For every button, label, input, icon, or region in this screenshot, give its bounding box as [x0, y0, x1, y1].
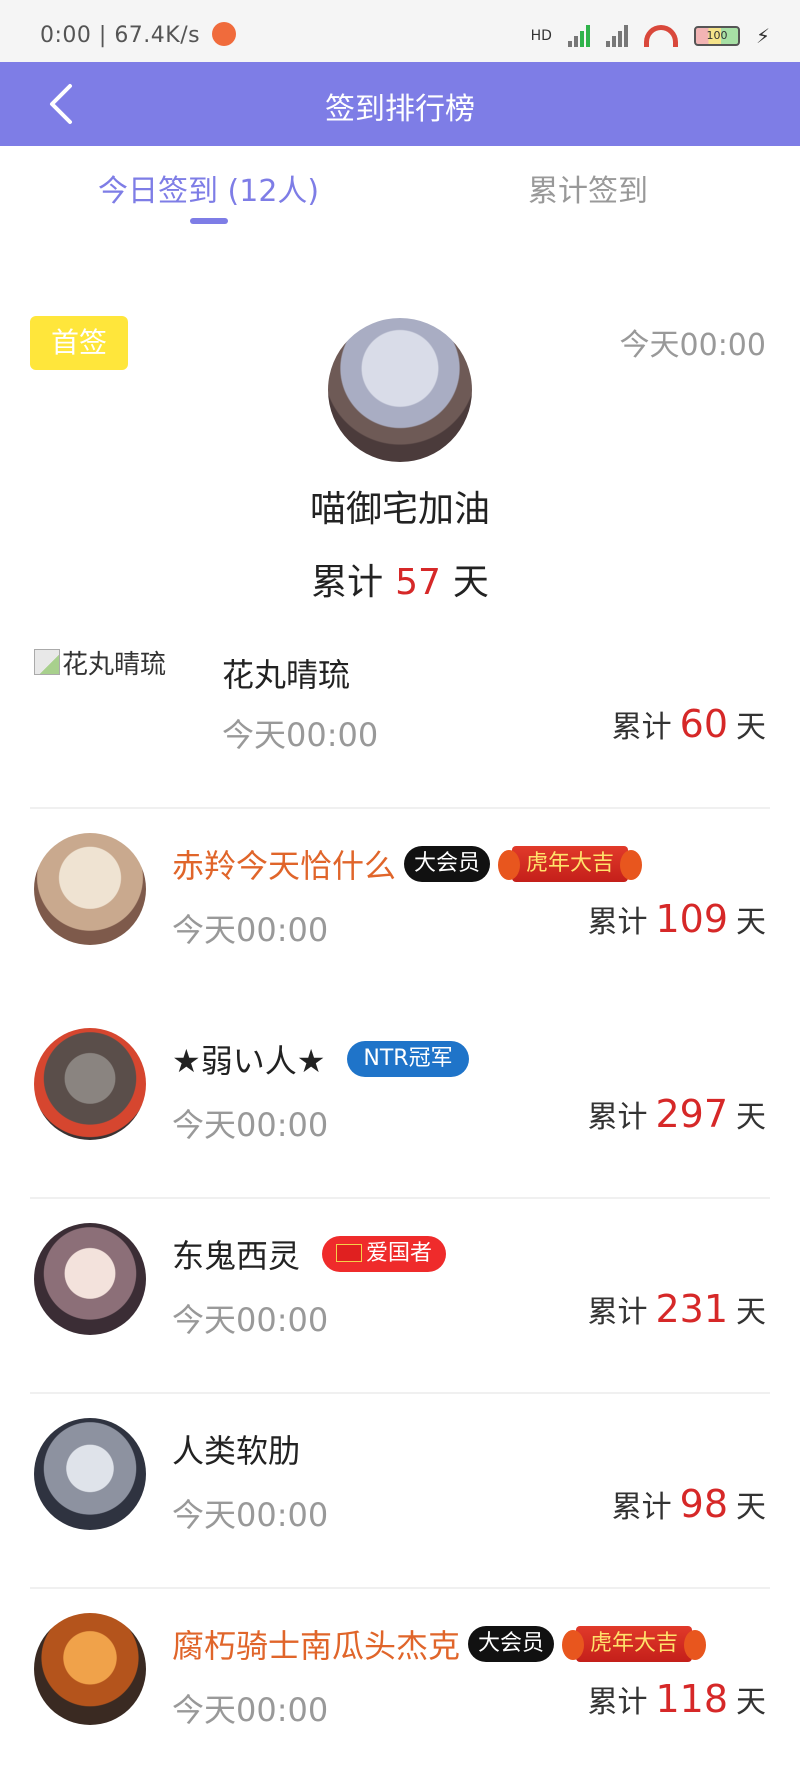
sign-time: 今天00:00 — [172, 1691, 329, 1729]
clock: 0:00 — [40, 23, 92, 48]
battery-icon: 100 — [693, 26, 740, 46]
status-bar: 0:00 | 67.4K/s HD 100 ⚡ — [0, 0, 800, 62]
list-item[interactable]: 人类软肋 今天00:00 累计 98 天 — [0, 1394, 800, 1589]
user-name: 人类软肋 — [172, 1432, 301, 1470]
avatar[interactable] — [34, 1613, 146, 1725]
status-right: HD 100 ⚡ — [531, 24, 770, 48]
first-sign-badge: 首签 — [30, 316, 128, 370]
app-header: 签到排行榜 — [0, 62, 800, 146]
wifi-icon — [643, 25, 678, 47]
total-count: 累计 231 天 — [587, 1287, 766, 1331]
status-left: 0:00 | 67.4K/s — [40, 22, 236, 48]
total-count: 累计 109 天 — [587, 897, 766, 941]
total-count: 累计 297 天 — [587, 1092, 766, 1136]
user-name: ★弱い人★ — [172, 1042, 326, 1080]
list-item[interactable]: 腐朽骑士南瓜头杰克 大会员 虎年大吉 今天00:00 累计 118 天 — [0, 1589, 800, 1778]
list-item[interactable]: 东鬼西灵 爱国者 今天00:00 累计 231 天 — [0, 1199, 800, 1394]
user-name: 腐朽骑士南瓜头杰克 — [172, 1627, 461, 1665]
avatar[interactable] — [34, 1028, 146, 1140]
page-title: 签到排行榜 — [325, 92, 475, 127]
top-entry-total: 累计 57 天 — [311, 562, 489, 603]
sign-time: 今天00:00 — [172, 1301, 329, 1339]
total-count: 累计 60 天 — [611, 702, 766, 746]
sign-time: 今天00:00 — [172, 1106, 329, 1144]
patriot-badge: 爱国者 — [322, 1236, 447, 1272]
sign-time: 今天00:00 — [172, 1496, 329, 1534]
total-count: 累计 98 天 — [611, 1482, 766, 1526]
china-flag-icon — [336, 1244, 363, 1262]
tab-bar: 今日签到 (12人) 累计签到 — [0, 146, 800, 240]
sign-time: 今天00:00 — [222, 716, 379, 754]
ntr-badge: NTR冠军 — [347, 1041, 469, 1077]
hd-label: HD — [530, 28, 552, 44]
alarm-icon — [211, 22, 236, 46]
tiger-year-badge: 虎年大吉 — [498, 846, 643, 882]
signal-icon — [567, 25, 590, 47]
network-speed: 67.4K/s — [114, 23, 201, 48]
user-name: 花丸晴琉 — [222, 656, 351, 694]
tab-indicator — [190, 218, 228, 224]
total-count: 累计 118 天 — [587, 1677, 766, 1721]
user-name: 东鬼西灵 — [172, 1237, 301, 1275]
avatar[interactable] — [34, 1418, 146, 1530]
tab-today[interactable]: 今日签到 (12人) — [98, 166, 319, 210]
avatar[interactable] — [34, 1223, 146, 1335]
list-item[interactable]: 赤羚今天恰什么 大会员 虎年大吉 今天00:00 累计 109 天 — [0, 809, 800, 1004]
avatar[interactable] — [328, 318, 472, 462]
vip-badge: 大会员 — [404, 846, 491, 882]
tab-total[interactable]: 累计签到 — [528, 166, 648, 210]
avatar[interactable] — [34, 833, 146, 945]
user-name: 赤羚今天恰什么 — [172, 847, 397, 885]
list-item[interactable]: 花丸晴琉 今天00:00 累计 60 天 — [0, 614, 800, 809]
top-entry-name[interactable]: 喵御宅加油 — [0, 480, 800, 532]
top-entry-time: 今天00:00 — [619, 328, 766, 363]
list-item[interactable]: ★弱い人★ NTR冠军 今天00:00 累计 297 天 — [0, 1004, 800, 1199]
tiger-year-badge: 虎年大吉 — [562, 1626, 707, 1662]
total-days: 57 — [395, 562, 441, 603]
vip-badge: 大会员 — [468, 1626, 555, 1662]
sign-time: 今天00:00 — [172, 911, 329, 949]
signal-2-icon — [605, 25, 628, 47]
charging-icon: ⚡ — [755, 24, 770, 48]
